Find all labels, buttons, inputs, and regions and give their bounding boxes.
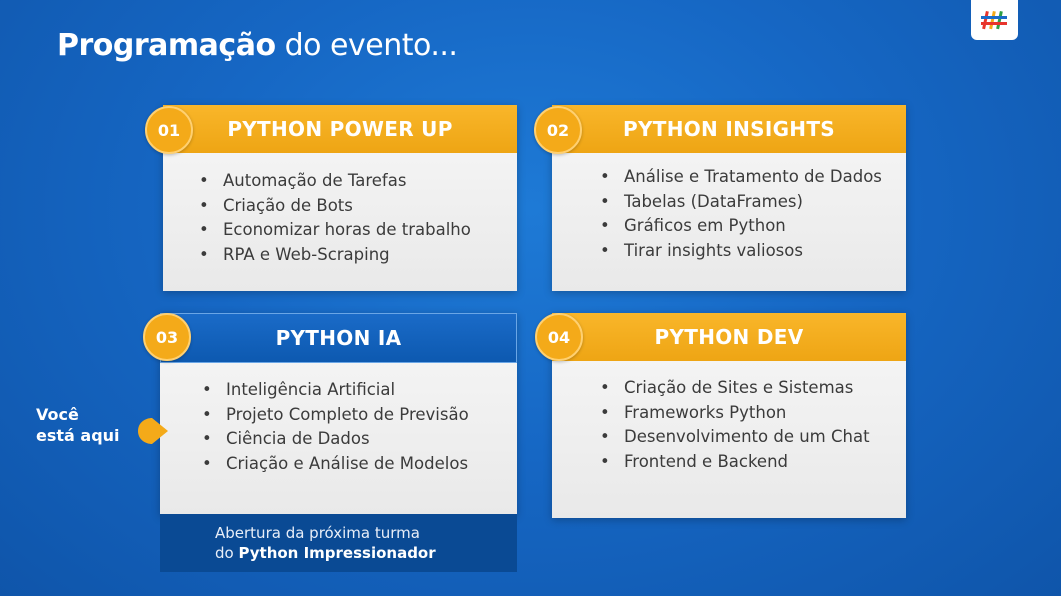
list-item: Tabelas (DataFrames): [600, 190, 906, 215]
card-topic-list: Automação de Tarefas Criação de Bots Eco…: [163, 153, 517, 267]
card-heading: PYTHON DEV: [552, 313, 906, 361]
pointer-arrow-icon: [138, 418, 168, 444]
next-class-footer: Abertura da próxima turma do Python Impr…: [160, 514, 517, 572]
list-item: Desenvolvimento de um Chat: [600, 425, 906, 450]
list-item: Gráficos em Python: [600, 214, 906, 239]
badge-04: 04: [535, 313, 583, 361]
list-item: Criação e Análise de Modelos: [202, 452, 517, 477]
card-python-dev: PYTHON DEV Criação de Sites e Sistemas F…: [552, 313, 906, 518]
list-item: RPA e Web-Scraping: [199, 243, 517, 268]
card-heading: PYTHON IA: [160, 313, 517, 363]
you-are-here-label: Você está aqui: [36, 404, 120, 446]
list-item: Frameworks Python: [600, 401, 906, 426]
list-item: Tirar insights valiosos: [600, 239, 906, 264]
list-item: Ciência de Dados: [202, 427, 517, 452]
list-item: Automação de Tarefas: [199, 169, 517, 194]
you-are-here-line-2: está aqui: [36, 426, 120, 445]
card-python-power-up: PYTHON POWER UP Automação de Tarefas Cri…: [163, 105, 517, 291]
card-python-insights: PYTHON INSIGHTS Análise e Tratamento de …: [552, 105, 906, 291]
list-item: Economizar horas de trabalho: [199, 218, 517, 243]
list-item: Inteligência Artificial: [202, 378, 517, 403]
card-heading: PYTHON POWER UP: [163, 105, 517, 153]
hashtag-logo-icon: [971, 0, 1018, 40]
footer-line-2-bold: Python Impressionador: [238, 544, 436, 562]
page-title-light: do evento...: [284, 28, 458, 63]
footer-line-2-prefix: do: [215, 544, 239, 562]
badge-02: 02: [534, 106, 582, 154]
card-heading: PYTHON INSIGHTS: [552, 105, 906, 153]
list-item: Criação de Sites e Sistemas: [600, 376, 906, 401]
card-topic-list: Criação de Sites e Sistemas Frameworks P…: [552, 361, 906, 474]
card-topic-list: Inteligência Artificial Projeto Completo…: [160, 363, 517, 476]
list-item: Análise e Tratamento de Dados: [600, 165, 906, 190]
list-item: Criação de Bots: [199, 194, 517, 219]
page-title: Programação do evento...: [57, 28, 458, 63]
card-topic-list: Análise e Tratamento de Dados Tabelas (D…: [552, 153, 906, 263]
card-python-ia: PYTHON IA Inteligência Artificial Projet…: [160, 313, 517, 515]
list-item: Frontend e Backend: [600, 450, 906, 475]
page-title-bold: Programação: [57, 28, 276, 63]
footer-line-2: do Python Impressionador: [215, 543, 517, 563]
badge-01: 01: [145, 106, 193, 154]
footer-line-1: Abertura da próxima turma: [215, 524, 420, 542]
you-are-here-line-1: Você: [36, 405, 79, 424]
list-item: Projeto Completo de Previsão: [202, 403, 517, 428]
badge-03: 03: [143, 313, 191, 361]
